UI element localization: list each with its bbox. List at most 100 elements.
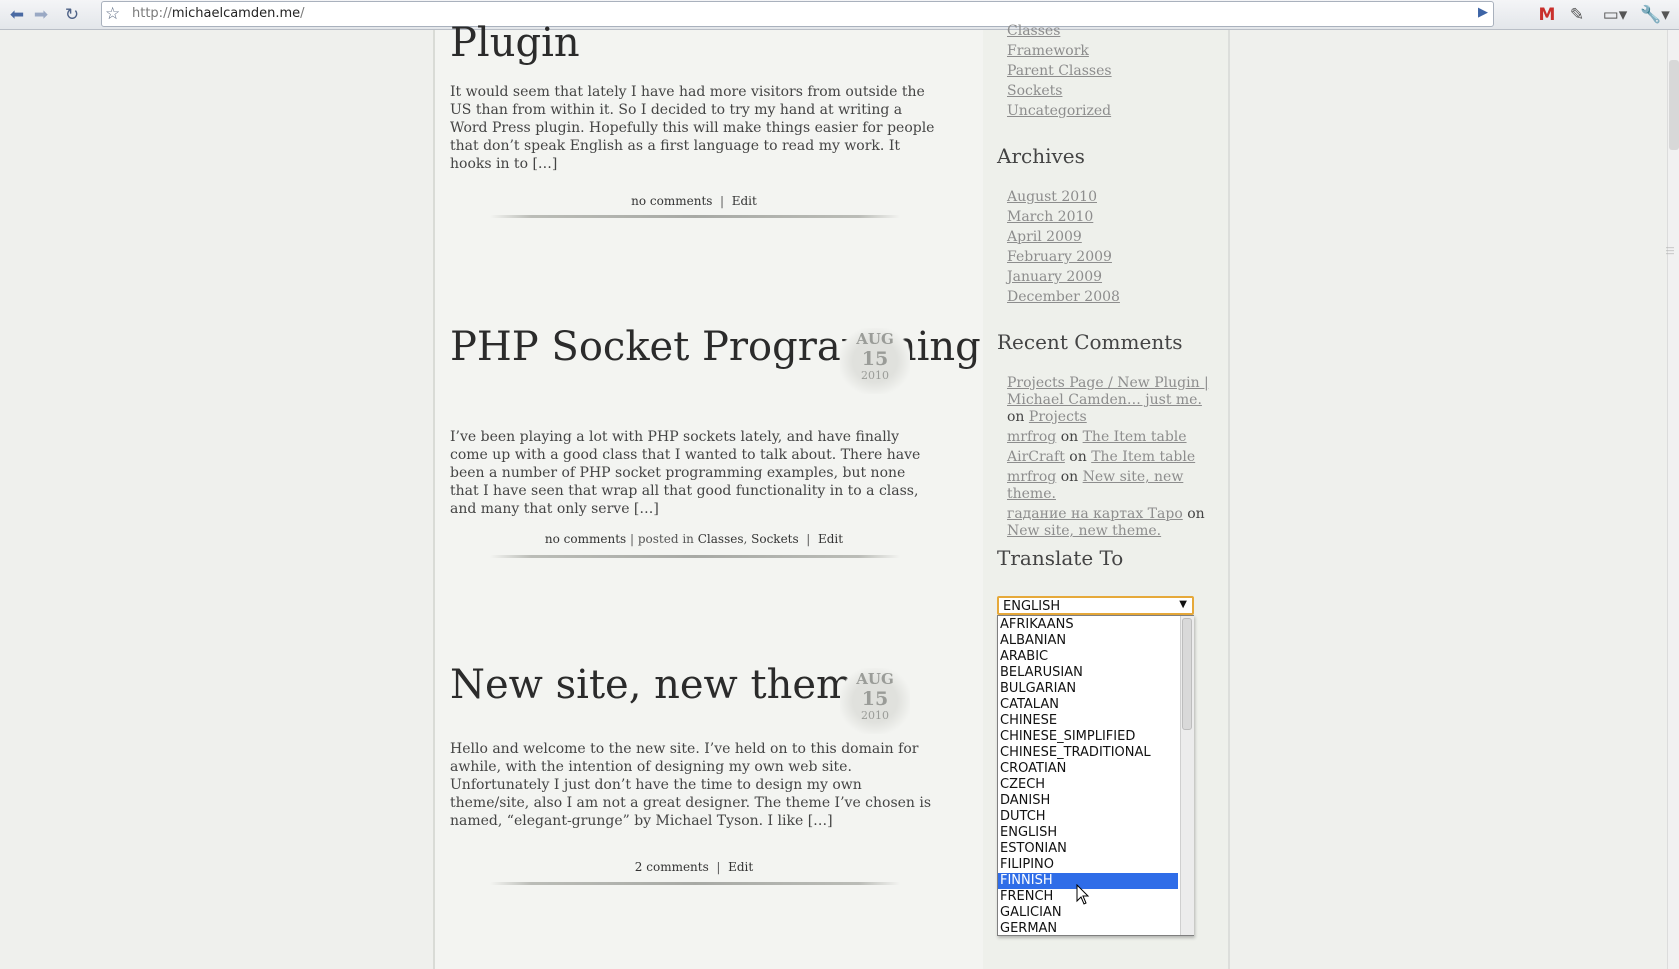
eyedropper-icon[interactable]: ✎ [1565, 3, 1589, 27]
category-link[interactable]: Uncategorized [1007, 103, 1111, 119]
date-badge: AUG 15 2010 [840, 328, 910, 394]
recent-comments-list: Projects Page / New Plugin | Michael Cam… [1007, 375, 1222, 543]
language-option[interactable]: ALBANIAN [998, 633, 1178, 649]
on-label: on [1060, 469, 1079, 485]
comment-author-link[interactable]: Projects Page / New Plugin | Michael Cam… [1007, 375, 1209, 408]
recent-comment: AirCraft on The Item table [1007, 449, 1222, 466]
language-option[interactable]: CROATIAN [998, 761, 1178, 777]
language-option[interactable]: ENGLISH [998, 825, 1178, 841]
post-separator [490, 882, 900, 885]
archive-link[interactable]: March 2010 [1007, 209, 1093, 225]
language-option[interactable]: GALICIAN [998, 905, 1178, 921]
post-excerpt: Hello and welcome to the new site. I’ve … [450, 741, 932, 829]
post-title[interactable]: New site, new theme. [450, 664, 890, 707]
archive-link[interactable]: August 2010 [1007, 189, 1097, 205]
archive-link[interactable]: December 2008 [1007, 289, 1120, 305]
post-separator [490, 215, 900, 218]
language-option[interactable]: BULGARIAN [998, 681, 1178, 697]
comment-post-link[interactable]: The Item table [1091, 449, 1195, 465]
comment-author-link[interactable]: AirCraft [1007, 449, 1065, 465]
language-option[interactable]: DUTCH [998, 809, 1178, 825]
comment-author-link[interactable]: mrfrog [1007, 429, 1056, 445]
recent-comment: mrfrog on The Item table [1007, 429, 1222, 446]
date-day: 15 [861, 348, 889, 370]
category-link[interactable]: Sockets [1007, 83, 1062, 99]
mouse-cursor-icon [1076, 884, 1090, 905]
date-badge: AUG 15 2010 [840, 668, 910, 734]
date-year: 2010 [861, 709, 889, 722]
translate-title: Translate To [997, 546, 1124, 570]
comment-post-link[interactable]: New site, new theme. [1007, 523, 1161, 539]
language-option[interactable]: CHINESE [998, 713, 1178, 729]
edit-link[interactable]: Edit [728, 860, 753, 874]
language-option[interactable]: CATALAN [998, 697, 1178, 713]
post-meta: no comments | Edit [631, 194, 757, 208]
translate-language-select[interactable]: ENGLISH ▼ [997, 596, 1194, 615]
archive-link[interactable]: February 2009 [1007, 249, 1112, 265]
address-bar[interactable]: ☆ http://michaelcamden.me/ ▶ [101, 1, 1494, 27]
comment-author-link[interactable]: mrfrog [1007, 469, 1056, 485]
post-meta: no comments | posted in Classes, Sockets… [544, 532, 844, 546]
language-option[interactable]: ESTONIAN [998, 841, 1178, 857]
comment-post-link[interactable]: The Item table [1083, 429, 1187, 445]
post-excerpt: I’ve been playing a lot with PHP sockets… [450, 429, 921, 517]
post-title[interactable]: Plugin [450, 22, 580, 65]
language-option[interactable]: DANISH [998, 793, 1178, 809]
scrollbar-grip-icon: ― ― ― [1666, 243, 1674, 258]
recent-comment: Projects Page / New Plugin | Michael Cam… [1007, 375, 1222, 426]
recent-comments-title: Recent Comments [997, 330, 1183, 354]
post-meta: 2 comments | Edit [634, 860, 754, 874]
language-dropdown-list[interactable]: AFRIKAANS ALBANIAN ARABIC BELARUSIAN BUL… [997, 615, 1194, 936]
comments-link[interactable]: no comments [631, 194, 712, 208]
comment-post-link[interactable]: Projects [1029, 409, 1087, 425]
url-text[interactable]: http://michaelcamden.me/ [132, 6, 305, 21]
wrench-menu-icon[interactable]: 🔧▾ [1640, 3, 1670, 27]
edit-link[interactable]: Edit [732, 194, 757, 208]
language-option[interactable]: CHINESE_TRADITIONAL [998, 745, 1178, 761]
on-label: on [1060, 429, 1079, 445]
page-scrollbar-thumb[interactable] [1669, 60, 1679, 150]
date-month: AUG [856, 330, 894, 348]
back-arrow-icon[interactable]: ⬅ [5, 3, 29, 27]
categories-list: Classes Framework Parent Classes Sockets… [1007, 21, 1112, 121]
comment-author-link[interactable]: гадание на картах Таро [1007, 506, 1183, 522]
language-option[interactable]: ARABIC [998, 649, 1178, 665]
select-value: ENGLISH [1003, 599, 1061, 614]
category-link-sockets[interactable]: Sockets [751, 532, 799, 546]
comments-link[interactable]: no comments [545, 532, 626, 546]
archive-link[interactable]: April 2009 [1007, 229, 1082, 245]
category-link-classes[interactable]: Classes [698, 532, 744, 546]
comments-link[interactable]: 2 comments [635, 860, 709, 874]
date-day: 15 [861, 688, 889, 710]
recent-comment: гадание на картах Таро on New site, new … [1007, 506, 1222, 540]
date-month: AUG [856, 670, 894, 688]
bookmark-star-icon[interactable]: ☆ [105, 4, 120, 24]
forward-arrow-icon[interactable]: ➡ [29, 3, 53, 27]
page-menu-icon[interactable]: ▭▾ [1600, 3, 1630, 27]
language-option[interactable]: GERMAN [998, 921, 1178, 935]
archives-list: August 2010 March 2010 April 2009 Februa… [1007, 187, 1120, 307]
category-link[interactable]: Classes [1007, 23, 1060, 39]
on-label: on [1007, 409, 1025, 425]
posted-in-label: | posted in [630, 532, 694, 546]
archives-title: Archives [997, 144, 1085, 168]
language-option[interactable]: AFRIKAANS [998, 617, 1178, 633]
archive-link[interactable]: January 2009 [1007, 269, 1102, 285]
post-excerpt: It would seem that lately I have had mor… [450, 84, 935, 172]
gmail-icon[interactable]: M [1535, 3, 1559, 27]
page-scrollbar[interactable] [1667, 30, 1679, 969]
recent-comment: mrfrog on New site, new theme. [1007, 469, 1222, 503]
dropdown-arrow-icon[interactable]: ▼ [1179, 599, 1187, 610]
go-arrow-icon[interactable]: ▶ [1478, 5, 1488, 20]
post-separator [490, 555, 900, 558]
category-link[interactable]: Framework [1007, 43, 1089, 59]
language-option[interactable]: CZECH [998, 777, 1178, 793]
dropdown-scrollbar[interactable] [1180, 616, 1194, 935]
edit-link[interactable]: Edit [818, 532, 843, 546]
language-option[interactable]: FILIPINO [998, 857, 1178, 873]
language-option[interactable]: CHINESE_SIMPLIFIED [998, 729, 1178, 745]
category-link[interactable]: Parent Classes [1007, 63, 1112, 79]
language-option[interactable]: BELARUSIAN [998, 665, 1178, 681]
reload-icon[interactable]: ↻ [60, 3, 84, 27]
dropdown-scrollbar-thumb[interactable] [1182, 618, 1192, 730]
